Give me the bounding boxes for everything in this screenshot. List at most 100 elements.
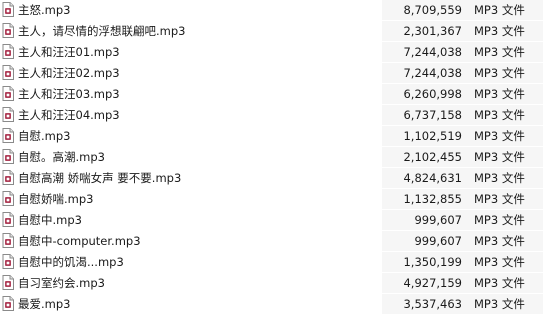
file-size: 999,607 <box>414 234 462 248</box>
name-cell: 自慰。高潮.mp3 <box>0 147 382 167</box>
type-cell: MP3 文件 <box>468 231 543 251</box>
audio-file-icon <box>2 212 14 227</box>
type-cell: MP3 文件 <box>468 294 543 314</box>
file-list: 主怒.mp3 8,709,559 MP3 文件 主人，请尽情的浮想联翩吧.mp3… <box>0 0 543 320</box>
audio-file-icon <box>2 170 14 185</box>
file-name[interactable]: 自慰。高潮.mp3 <box>18 149 105 165</box>
file-type: MP3 文件 <box>474 3 525 17</box>
size-cell: 4,927,159 <box>382 273 468 293</box>
file-row[interactable]: 自慰中.mp3 999,607 MP3 文件 <box>0 210 543 230</box>
name-cell: 自慰.mp3 <box>0 126 382 146</box>
audio-file-icon <box>2 254 14 269</box>
file-name[interactable]: 主人和汪汪03.mp3 <box>18 86 120 102</box>
file-type: MP3 文件 <box>474 213 525 227</box>
file-size: 3,537,463 <box>403 297 462 311</box>
file-row[interactable]: 最爱.mp3 3,537,463 MP3 文件 <box>0 294 543 314</box>
file-size: 999,607 <box>414 213 462 227</box>
file-type: MP3 文件 <box>474 171 525 185</box>
file-name[interactable]: 主怒.mp3 <box>18 2 70 18</box>
size-cell: 7,244,038 <box>382 63 468 83</box>
audio-file-icon <box>2 191 14 206</box>
file-type: MP3 文件 <box>474 255 525 269</box>
file-row[interactable]: 自慰中的饥渴...mp3 1,350,199 MP3 文件 <box>0 252 543 272</box>
file-size: 6,737,158 <box>403 108 462 122</box>
audio-file-icon <box>2 44 14 59</box>
file-row[interactable]: 自慰。高潮.mp3 2,102,455 MP3 文件 <box>0 147 543 167</box>
name-cell: 主人和汪汪02.mp3 <box>0 63 382 83</box>
type-cell: MP3 文件 <box>468 63 543 83</box>
file-size: 1,132,855 <box>403 192 462 206</box>
size-cell: 1,132,855 <box>382 189 468 209</box>
file-name[interactable]: 主人和汪汪04.mp3 <box>18 107 120 123</box>
audio-file-icon <box>2 23 14 38</box>
name-cell: 主人，请尽情的浮想联翩吧.mp3 <box>0 21 382 41</box>
size-cell: 1,350,199 <box>382 252 468 272</box>
audio-file-icon <box>2 65 14 80</box>
file-name[interactable]: 主人和汪汪02.mp3 <box>18 65 120 81</box>
audio-file-icon <box>2 149 14 164</box>
audio-file-icon <box>2 296 14 311</box>
size-cell: 6,260,998 <box>382 84 468 104</box>
file-row[interactable]: 自慰.mp3 1,102,519 MP3 文件 <box>0 126 543 146</box>
file-type: MP3 文件 <box>474 192 525 206</box>
audio-file-icon <box>2 275 14 290</box>
file-name[interactable]: 自慰中.mp3 <box>18 212 82 228</box>
name-cell: 主人和汪汪01.mp3 <box>0 42 382 62</box>
size-cell: 1,102,519 <box>382 126 468 146</box>
file-row[interactable]: 自慰娇喘.mp3 1,132,855 MP3 文件 <box>0 189 543 209</box>
file-row[interactable]: 主人和汪汪01.mp3 7,244,038 MP3 文件 <box>0 42 543 62</box>
file-size: 2,301,367 <box>403 24 462 38</box>
file-name[interactable]: 最爱.mp3 <box>18 296 70 312</box>
name-cell: 主怒.mp3 <box>0 0 382 20</box>
audio-file-icon <box>2 233 14 248</box>
file-type: MP3 文件 <box>474 66 525 80</box>
size-cell: 8,709,559 <box>382 0 468 20</box>
type-cell: MP3 文件 <box>468 0 543 20</box>
size-cell: 999,607 <box>382 210 468 230</box>
file-type: MP3 文件 <box>474 108 525 122</box>
type-cell: MP3 文件 <box>468 126 543 146</box>
name-cell: 自慰中.mp3 <box>0 210 382 230</box>
size-cell: 4,824,631 <box>382 168 468 188</box>
file-type: MP3 文件 <box>474 45 525 59</box>
file-type: MP3 文件 <box>474 129 525 143</box>
file-type: MP3 文件 <box>474 234 525 248</box>
file-size: 2,102,455 <box>403 150 462 164</box>
file-type: MP3 文件 <box>474 276 525 290</box>
audio-file-icon <box>2 107 14 122</box>
audio-file-icon <box>2 128 14 143</box>
file-row[interactable]: 主人，请尽情的浮想联翩吧.mp3 2,301,367 MP3 文件 <box>0 21 543 41</box>
file-size: 1,350,199 <box>403 255 462 269</box>
type-cell: MP3 文件 <box>468 189 543 209</box>
audio-file-icon <box>2 86 14 101</box>
file-name[interactable]: 自慰.mp3 <box>18 128 70 144</box>
size-cell: 7,244,038 <box>382 42 468 62</box>
file-row[interactable]: 自慰高潮 娇喘女声 要不要.mp3 4,824,631 MP3 文件 <box>0 168 543 188</box>
name-cell: 自慰高潮 娇喘女声 要不要.mp3 <box>0 168 382 188</box>
name-cell: 自慰中的饥渴...mp3 <box>0 252 382 272</box>
file-name[interactable]: 自慰高潮 娇喘女声 要不要.mp3 <box>18 170 181 186</box>
size-cell: 3,537,463 <box>382 294 468 314</box>
file-row[interactable]: 自习室约会.mp3 4,927,159 MP3 文件 <box>0 273 543 293</box>
file-row[interactable]: 自慰中-computer.mp3 999,607 MP3 文件 <box>0 231 543 251</box>
type-cell: MP3 文件 <box>468 168 543 188</box>
file-name[interactable]: 自习室约会.mp3 <box>18 275 105 291</box>
type-cell: MP3 文件 <box>468 84 543 104</box>
file-row[interactable]: 主人和汪汪03.mp3 6,260,998 MP3 文件 <box>0 84 543 104</box>
type-cell: MP3 文件 <box>468 147 543 167</box>
file-name[interactable]: 主人和汪汪01.mp3 <box>18 44 120 60</box>
file-row[interactable]: 主人和汪汪02.mp3 7,244,038 MP3 文件 <box>0 63 543 83</box>
file-size: 4,824,631 <box>403 171 462 185</box>
file-name[interactable]: 自慰中-computer.mp3 <box>18 233 141 249</box>
size-cell: 999,607 <box>382 231 468 251</box>
file-row[interactable]: 主怒.mp3 8,709,559 MP3 文件 <box>0 0 543 20</box>
name-cell: 最爱.mp3 <box>0 294 382 314</box>
file-row[interactable]: 主人和汪汪04.mp3 6,737,158 MP3 文件 <box>0 105 543 125</box>
file-name[interactable]: 自慰中的饥渴...mp3 <box>18 254 124 270</box>
type-cell: MP3 文件 <box>468 21 543 41</box>
type-cell: MP3 文件 <box>468 273 543 293</box>
file-name[interactable]: 自慰娇喘.mp3 <box>18 191 93 207</box>
file-size: 7,244,038 <box>403 66 462 80</box>
type-cell: MP3 文件 <box>468 105 543 125</box>
file-name[interactable]: 主人，请尽情的浮想联翩吧.mp3 <box>18 23 185 39</box>
